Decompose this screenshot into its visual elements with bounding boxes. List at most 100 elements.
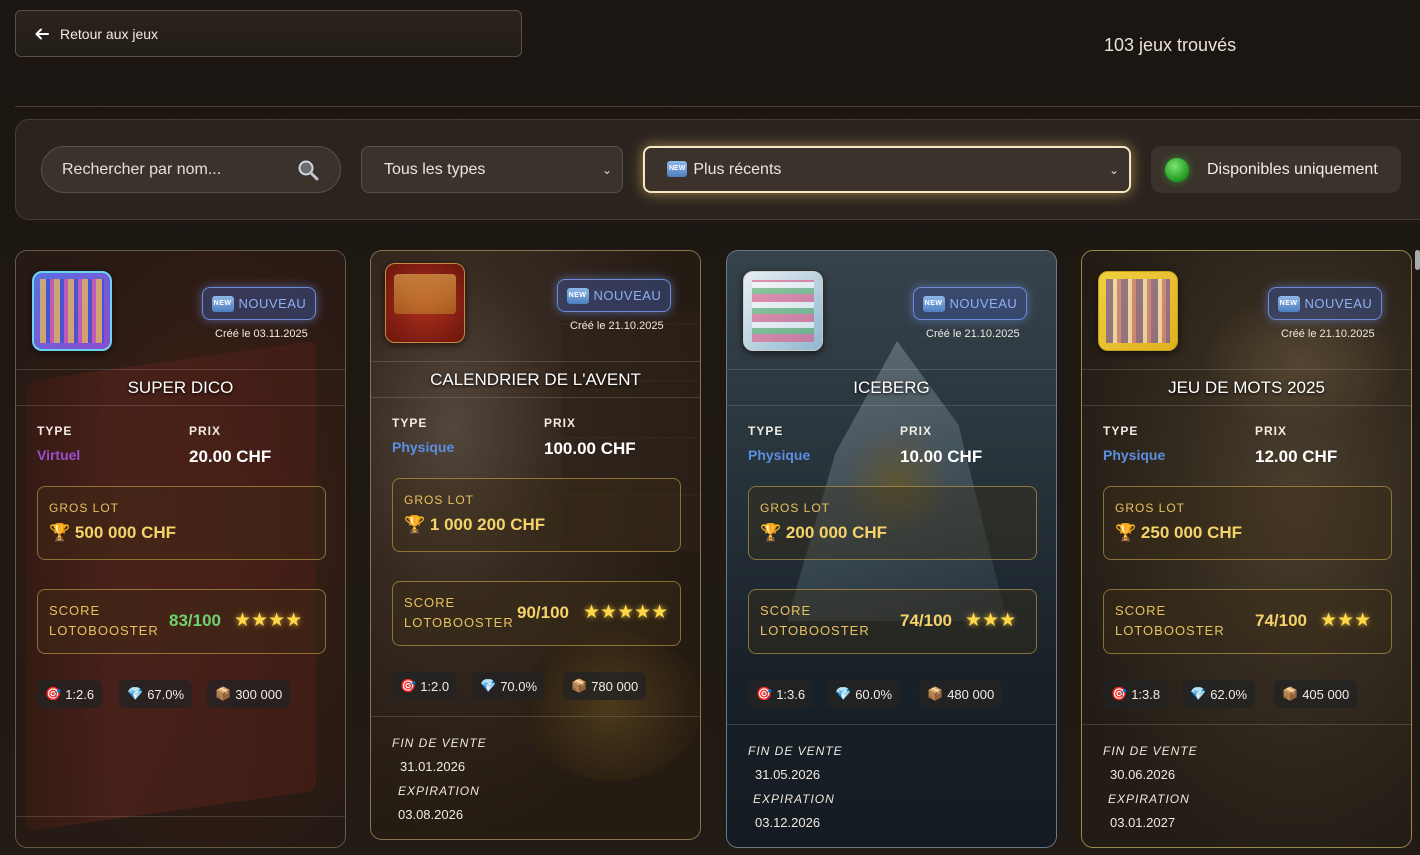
odds-value: 1:3.6 [776, 686, 806, 702]
payout-chip: 💎 67.0% [119, 680, 193, 708]
target-icon: 🎯 [400, 678, 417, 693]
game-card[interactable]: NEW NOUVEAU Créé le 21.10.2025 CALENDRIER… [370, 250, 701, 840]
score-label: SCORE LOTOBOOSTER [1115, 601, 1225, 641]
odds-value: 1:2.6 [65, 686, 95, 702]
new-icon: NEW [922, 295, 945, 312]
diamond-icon: 💎 [1190, 686, 1207, 701]
sale-end-label: FIN DE VENTE [748, 744, 843, 758]
trophy-icon: 🏆 [1115, 523, 1137, 542]
payout-value: 67.0% [147, 686, 185, 702]
search-input[interactable] [62, 160, 282, 179]
expiration-value: 03.01.2027 [1110, 815, 1176, 830]
payout-value: 70.0% [500, 678, 538, 694]
game-thumbnail [1098, 271, 1178, 351]
expiration-value: 03.08.2026 [398, 807, 464, 822]
jackpot-label: GROS LOT [1115, 501, 1186, 515]
jackpot-amount: 200 000 CHF [785, 523, 888, 542]
odds-chip: 🎯 1:2.0 [392, 672, 458, 700]
divider [16, 405, 345, 406]
trophy-icon: 🏆 [404, 515, 426, 534]
divider [371, 397, 700, 398]
score-label-line1: SCORE [404, 595, 456, 610]
game-card[interactable]: NEW NOUVEAU Créé le 21.10.2025 ICEBERG TY… [726, 250, 1057, 848]
expiration-label: EXPIRATION [1108, 792, 1190, 806]
tickets-chip: 📦 300 000 [207, 680, 291, 708]
available-only-label: Disponibles uniquement [1207, 160, 1378, 178]
created-date: Créé le 21.10.2025 [926, 328, 1020, 340]
odds-chip: 🎯 1:3.6 [748, 680, 814, 708]
sale-end-label: FIN DE VENTE [1103, 744, 1198, 758]
new-badge: NEW NOUVEAU [202, 287, 316, 320]
score-label-line1: SCORE [1115, 603, 1167, 618]
score-label: SCORE LOTOBOOSTER [404, 593, 514, 633]
expiration-value: 03.12.2026 [755, 815, 821, 830]
payout-chip: 💎 62.0% [1182, 680, 1256, 708]
game-title: CALENDRIER DE L'AVENT [430, 370, 641, 389]
type-value: Physique [1103, 447, 1166, 463]
created-date: Créé le 03.11.2025 [215, 328, 308, 340]
divider [16, 369, 345, 370]
price-value: 20.00 CHF [189, 447, 272, 466]
jackpot-amount: 1 000 200 CHF [429, 515, 546, 534]
odds-value: 1:2.0 [420, 678, 450, 694]
sale-end-value: 31.01.2026 [400, 759, 466, 774]
payout-value: 62.0% [1210, 686, 1248, 702]
type-select[interactable]: Tous les types ⌄ [361, 146, 623, 193]
game-card[interactable]: NEW NOUVEAU Créé le 21.10.2025 JEU DE MOT… [1081, 250, 1412, 848]
odds-value: 1:3.8 [1131, 686, 1161, 702]
new-badge-label: NOUVEAU [1304, 296, 1373, 311]
diamond-icon: 💎 [835, 686, 852, 701]
divider [371, 716, 700, 717]
jackpot-label: GROS LOT [49, 501, 120, 515]
new-badge-label: NOUVEAU [593, 288, 662, 303]
new-badge: NEW NOUVEAU [1268, 287, 1382, 320]
jackpot-amount: 250 000 CHF [1140, 523, 1243, 542]
tickets-value: 405 000 [1302, 686, 1350, 702]
price-label: PRIX [1255, 424, 1288, 438]
search-field[interactable] [41, 146, 341, 193]
sort-select-value: NEW Plus récents [667, 161, 781, 179]
trophy-icon: 🏆 [760, 523, 782, 542]
score-value: 90/100 [517, 603, 569, 622]
box-icon: 📦 [215, 686, 232, 701]
price-value: 100.00 CHF [544, 439, 636, 458]
jackpot-value: 🏆 1 000 200 CHF [404, 515, 545, 535]
price-value: 12.00 CHF [1255, 447, 1338, 466]
sort-select[interactable]: NEW Plus récents ⌄ [643, 146, 1131, 193]
score-label: SCORE LOTOBOOSTER [760, 601, 870, 641]
score-label-line2: LOTOBOOSTER [49, 623, 159, 638]
tickets-value: 780 000 [591, 678, 639, 694]
score-label-line2: LOTOBOOSTER [404, 615, 514, 630]
game-card[interactable]: NEW NOUVEAU Créé le 03.11.2025 SUPER DICO… [15, 250, 346, 848]
new-icon: NEW [211, 295, 234, 312]
score-value: 74/100 [900, 611, 952, 630]
game-title: ICEBERG [853, 378, 930, 397]
payout-chip: 💎 70.0% [472, 672, 546, 700]
jackpot-value: 🏆 250 000 CHF [1115, 523, 1242, 543]
score-label-line2: LOTOBOOSTER [1115, 623, 1225, 638]
divider [727, 369, 1056, 370]
diamond-icon: 💎 [127, 686, 144, 701]
back-to-games-button[interactable]: Retour aux jeux [15, 10, 522, 57]
jackpot-value: 🏆 200 000 CHF [760, 523, 887, 543]
game-title: JEU DE MOTS 2025 [1168, 378, 1325, 397]
scrollbar[interactable] [1415, 250, 1420, 270]
divider [727, 724, 1056, 725]
sort-label: Plus récents [693, 160, 782, 178]
star-rating: ★★★★ [234, 610, 303, 631]
divider [1082, 369, 1411, 370]
price-label: PRIX [544, 416, 577, 430]
jackpot-amount: 500 000 CHF [74, 523, 177, 542]
divider [1082, 405, 1411, 406]
price-label: PRIX [900, 424, 933, 438]
divider [371, 361, 700, 362]
available-only-toggle[interactable]: Disponibles uniquement [1151, 146, 1401, 193]
expiration-label: EXPIRATION [753, 792, 835, 806]
tickets-chip: 📦 780 000 [563, 672, 647, 700]
type-value: Physique [392, 439, 455, 455]
odds-chip: 🎯 1:2.6 [37, 680, 103, 708]
created-date: Créé le 21.10.2025 [1281, 328, 1375, 340]
type-label: TYPE [392, 416, 428, 430]
header-divider [15, 106, 1420, 107]
chevron-down-icon: ⌄ [1108, 162, 1119, 177]
